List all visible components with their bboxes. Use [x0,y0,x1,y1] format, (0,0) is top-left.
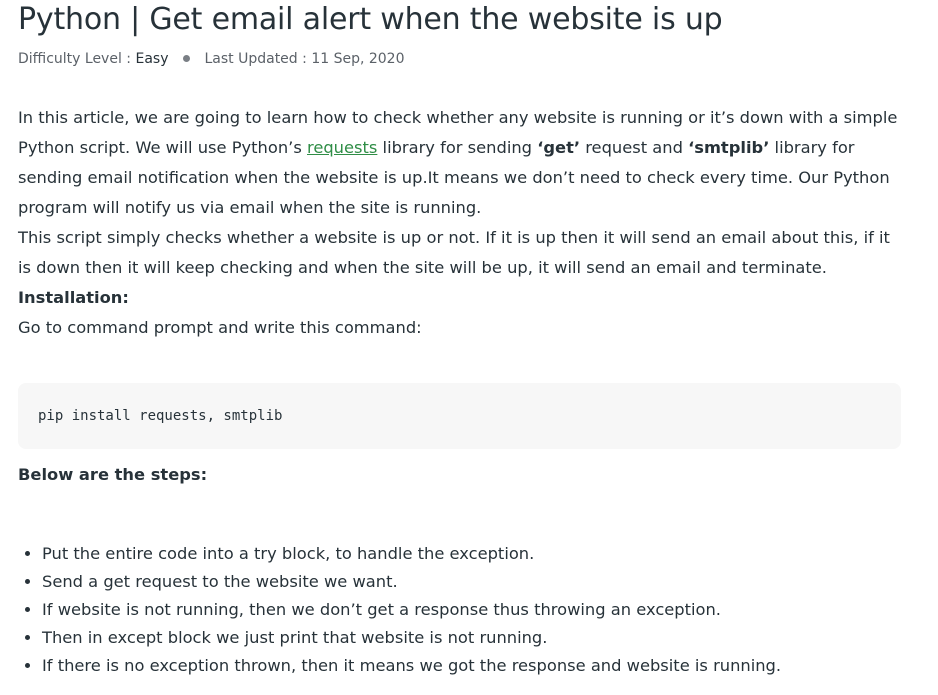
article-body: In this article, we are going to learn h… [18,103,908,343]
last-updated-label: Last Updated : [204,51,307,67]
article-page: Python | Get email alert when the websit… [0,0,938,695]
requests-link[interactable]: requests [307,138,377,157]
list-item: Then in except block we just print that … [42,624,908,652]
code-line: pip install requests, smtplib [38,408,283,424]
intro-text-3: request and [580,138,689,157]
installation-text: Go to command prompt and write this comm… [18,318,422,337]
intro-bold-get: ‘get’ [537,138,581,157]
last-updated-value: 11 Sep, 2020 [311,51,405,67]
intro-bold-smtplib: ‘smtplib’ [688,138,770,157]
steps-list: Put the entire code into a try block, to… [18,540,908,680]
separator-dot-icon [183,54,191,62]
list-item: If there is no exception thrown, then it… [42,652,908,680]
code-block[interactable]: pip install requests, smtplib [18,383,901,449]
intro-text-2: library for sending [377,138,538,157]
article-meta: Difficulty Level : Easy Last Updated : 11… [18,50,908,68]
article-title: Python | Get email alert when the websit… [18,2,723,37]
script-description-paragraph: This script simply checks whether a webs… [18,228,890,277]
difficulty-value[interactable]: Easy [135,51,168,67]
steps-heading: Below are the steps: [18,465,208,484]
list-item: If website is not running, then we don’t… [42,596,908,624]
difficulty-label: Difficulty Level : [18,51,132,67]
list-item: Put the entire code into a try block, to… [42,540,908,568]
list-item: Send a get request to the website we wan… [42,568,908,596]
installation-heading: Installation: [18,288,129,307]
intro-paragraph: In this article, we are going to learn h… [18,103,908,223]
